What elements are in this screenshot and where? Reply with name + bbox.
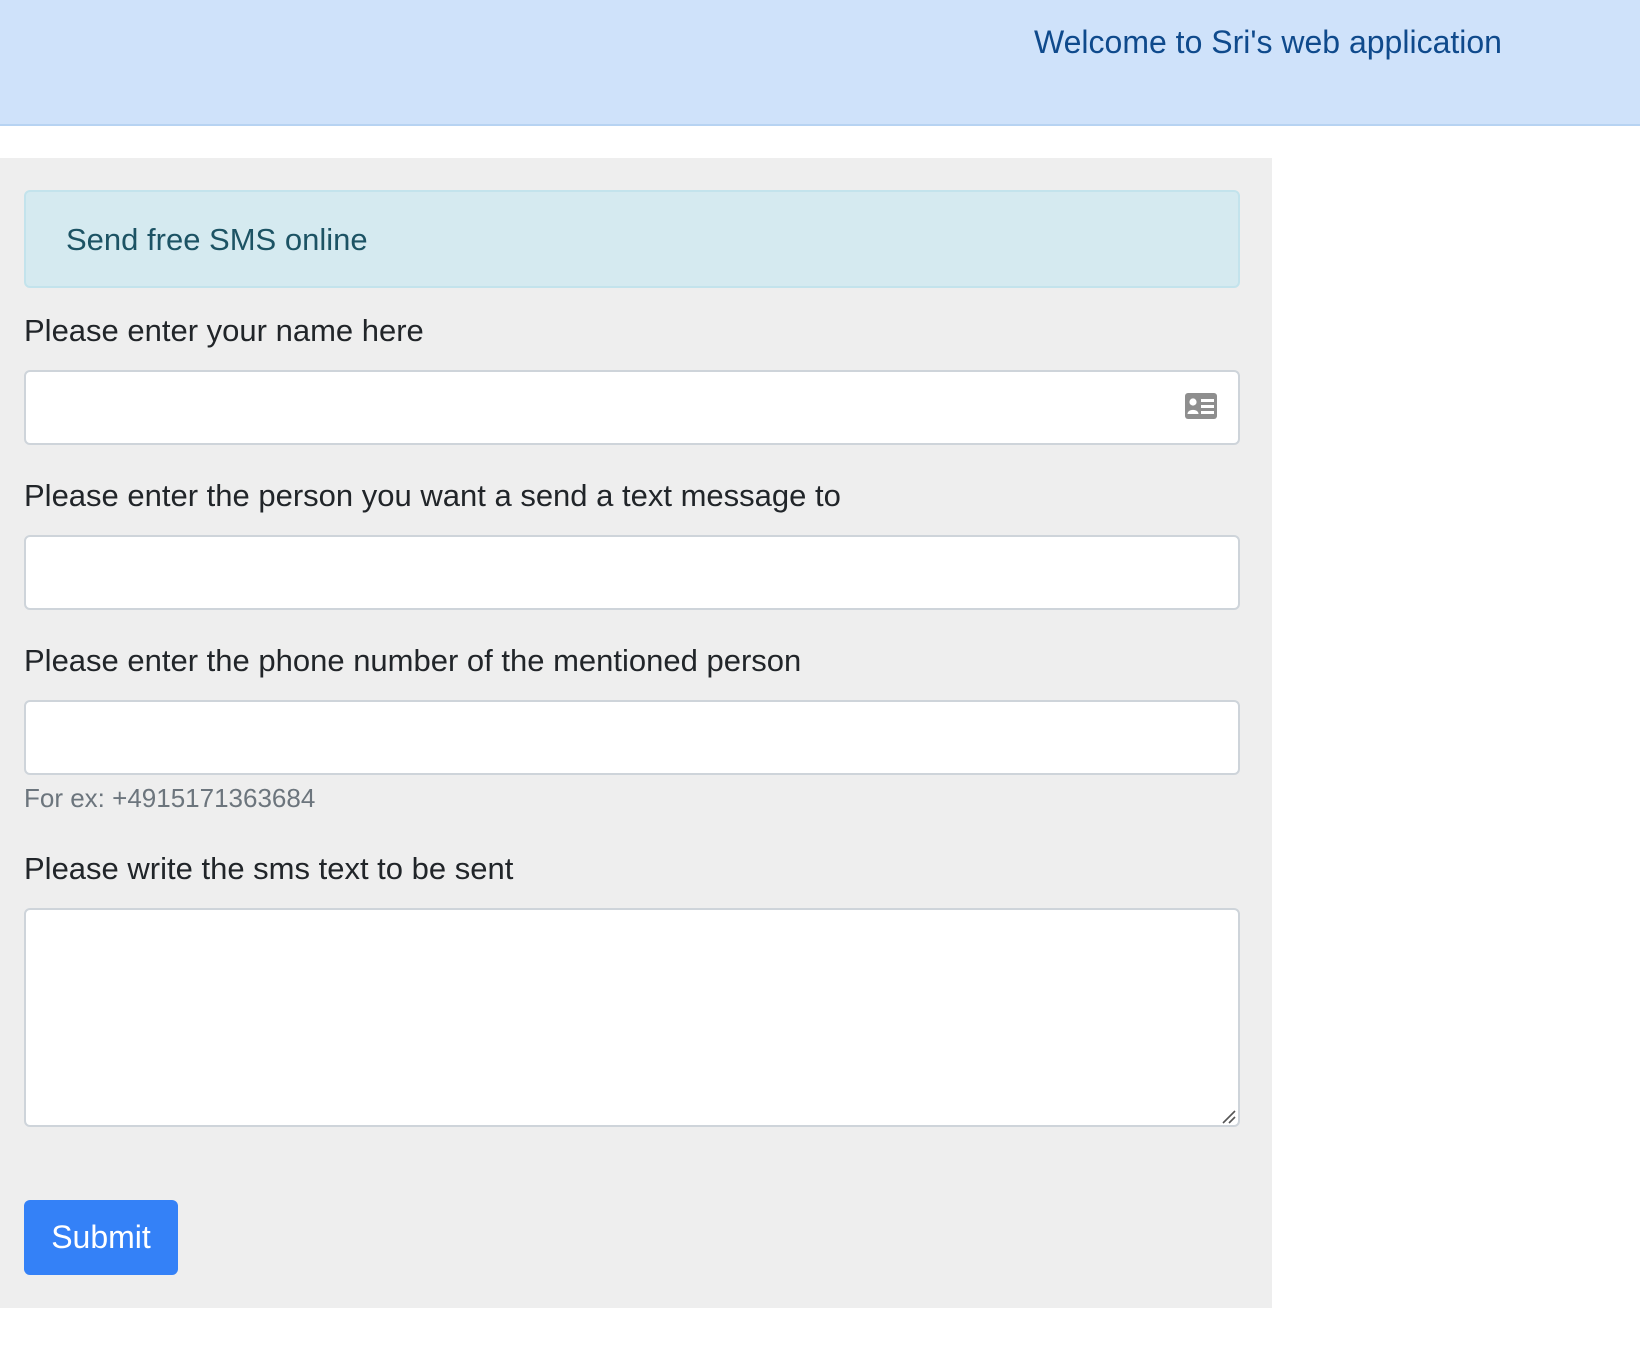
resize-grip-icon[interactable] <box>1220 1108 1236 1124</box>
recipient-input[interactable] <box>24 535 1240 610</box>
name-input-wrapper <box>24 370 1240 445</box>
top-header: Welcome to Sri's web application <box>0 0 1640 126</box>
recipient-label: Please enter the person you want a send … <box>24 478 841 513</box>
contact-card-icon <box>1185 393 1217 419</box>
welcome-title: Welcome to Sri's web application <box>1034 24 1502 60</box>
message-textarea[interactable] <box>24 908 1240 1127</box>
phone-label: Please enter the phone number of the men… <box>24 643 802 678</box>
banner-text: Send free SMS online <box>66 222 368 257</box>
name-input[interactable] <box>24 370 1240 445</box>
sms-form-panel: Send free SMS online Please enter your n… <box>0 158 1272 1308</box>
submit-button[interactable]: Submit <box>24 1200 178 1275</box>
name-label: Please enter your name here <box>24 313 424 348</box>
phone-help-text: For ex: +4915171363684 <box>24 783 316 813</box>
phone-input[interactable] <box>24 700 1240 775</box>
message-label: Please write the sms text to be sent <box>24 851 514 886</box>
info-banner: Send free SMS online <box>24 190 1240 288</box>
